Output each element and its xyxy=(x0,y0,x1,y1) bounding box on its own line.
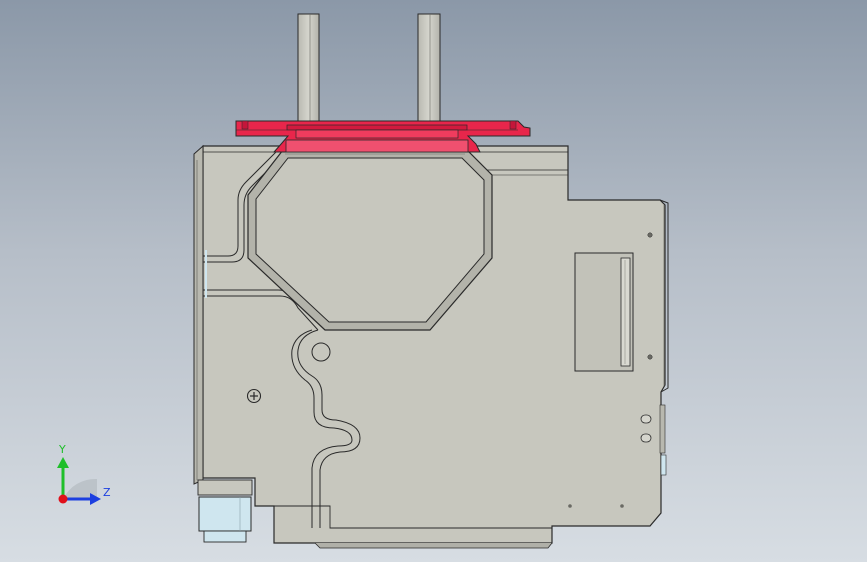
window-cutout xyxy=(574,252,634,372)
triad-z-label: Z xyxy=(103,486,111,499)
orientation-triad xyxy=(57,457,101,505)
triad-y-label: Y xyxy=(59,443,66,456)
y-axis-arrow-icon xyxy=(57,457,69,468)
cad-model[interactable] xyxy=(0,0,867,562)
graphics-viewport[interactable]: Y Z xyxy=(0,0,867,562)
guide-pins xyxy=(297,13,441,123)
screw-icon xyxy=(246,388,262,404)
x-axis-dot-icon xyxy=(58,494,68,504)
connector-block[interactable] xyxy=(197,479,253,543)
